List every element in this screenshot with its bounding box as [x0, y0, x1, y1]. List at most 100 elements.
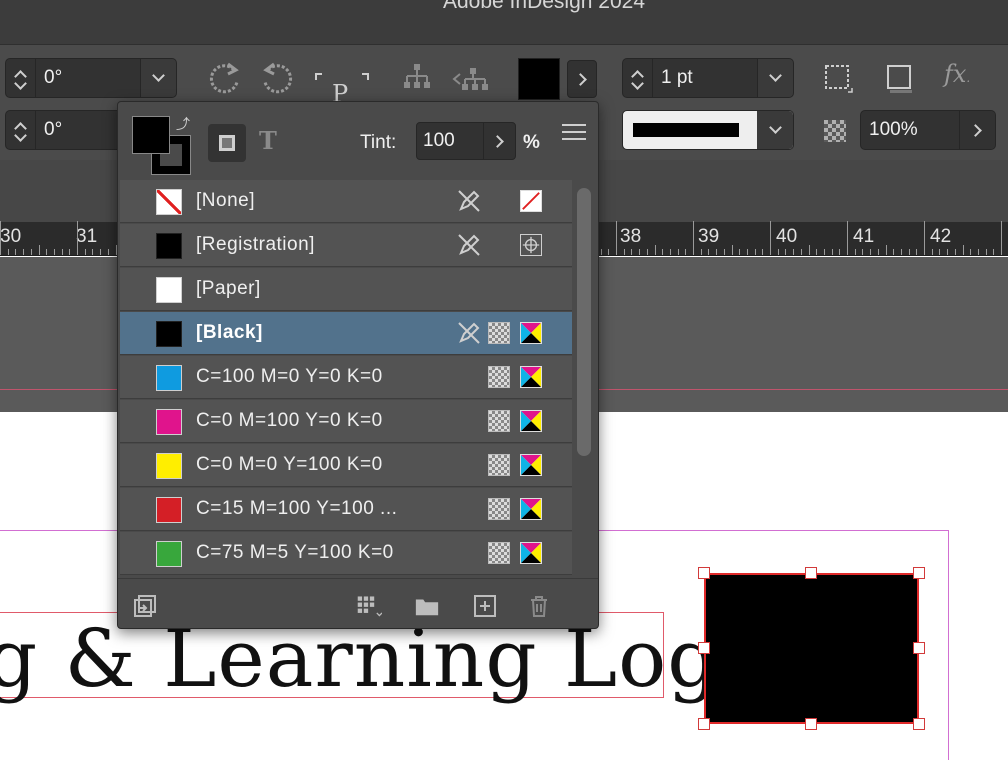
rotate-angle-field[interactable]: 0°	[5, 58, 177, 98]
ruler-tick	[608, 249, 610, 255]
shear-angle-field[interactable]: 0°	[5, 110, 135, 150]
rotate-counterclockwise-icon[interactable]	[258, 58, 298, 98]
cmyk-color-icon	[520, 498, 542, 520]
stroke-weight-field[interactable]: 1 pt	[622, 58, 794, 98]
opacity-arrow[interactable]	[959, 111, 995, 149]
tint-value[interactable]: 100	[417, 130, 483, 152]
panel-menu-icon[interactable]	[562, 124, 586, 140]
opacity-field[interactable]: 100%	[860, 110, 996, 150]
ruler-number: 41	[853, 226, 875, 247]
process-color-mode-icon	[488, 542, 510, 564]
ruler-number: 30	[0, 226, 22, 247]
stroke-weight-stepper[interactable]	[623, 59, 653, 97]
cmyk-color-icon	[520, 322, 542, 344]
stroke-weight-dropdown[interactable]	[757, 59, 793, 97]
swatch-row[interactable]: [Paper]	[120, 268, 572, 311]
stroke-type-dropdown[interactable]	[757, 111, 793, 149]
swatch-row[interactable]: [None]	[120, 180, 572, 223]
new-color-group-icon[interactable]	[414, 593, 440, 619]
ruler-tick	[800, 249, 802, 255]
drop-shadow-icon[interactable]	[884, 62, 914, 96]
scrollbar-thumb[interactable]	[577, 188, 591, 456]
ruler-tick	[723, 249, 725, 255]
frame-fitting-icon[interactable]	[822, 62, 856, 96]
resize-handle-bottom[interactable]	[805, 718, 817, 730]
ruler-tick	[53, 249, 55, 255]
shear-angle-stepper[interactable]	[6, 111, 36, 149]
resize-handle-top[interactable]	[805, 567, 817, 579]
new-swatch-icon[interactable]	[472, 593, 498, 619]
ruler-tick	[985, 249, 987, 255]
stroke-type-field[interactable]	[622, 110, 794, 150]
ruler-tick	[654, 245, 656, 255]
cannot-edit-pencil-icon	[458, 322, 480, 344]
ruler-tick	[854, 249, 856, 255]
none-color-icon	[520, 190, 542, 212]
ruler-tick	[908, 249, 910, 255]
ruler-number: 39	[698, 226, 720, 247]
rotate-angle-dropdown[interactable]	[140, 59, 176, 97]
ruler-tick	[885, 245, 887, 255]
formatting-affects-text-icon[interactable]: T	[259, 126, 277, 155]
swatch-row[interactable]: C=0 M=100 Y=0 K=0	[120, 400, 572, 443]
swatch-color-chip	[156, 321, 182, 347]
cmyk-color-icon	[520, 542, 542, 564]
ruler-tick	[631, 249, 633, 255]
fill-color-box[interactable]	[132, 116, 170, 154]
ruler-tick	[639, 249, 641, 255]
swatch-list: [None] [Registration] [Paper] [Black] C=100 …	[120, 180, 572, 576]
tint-slider-arrow[interactable]	[483, 123, 515, 159]
resize-handle-left[interactable]	[698, 642, 710, 654]
ruler-tick	[1001, 221, 1002, 255]
ruler-tick	[708, 249, 710, 255]
swatch-row[interactable]: C=0 M=0 Y=100 K=0	[120, 444, 572, 487]
resize-handle-right[interactable]	[913, 642, 925, 654]
fill-color-swatch[interactable]	[518, 58, 560, 100]
swap-fill-stroke-icon[interactable]: ⤴	[176, 114, 190, 134]
resize-handle-bottom-left[interactable]	[698, 718, 710, 730]
rotate-angle-stepper[interactable]	[6, 59, 36, 97]
add-swatches-to-cc-library-icon[interactable]	[132, 593, 158, 619]
swatch-name: [Registration]	[196, 234, 315, 255]
container-icon	[219, 135, 235, 151]
ruler-tick	[100, 249, 102, 255]
svg-text:P: P	[332, 80, 348, 102]
swatch-color-chip	[156, 189, 182, 215]
resize-handle-bottom-right[interactable]	[913, 718, 925, 730]
swatch-name: [Paper]	[196, 278, 261, 299]
tint-field[interactable]: 100	[416, 122, 516, 160]
swatch-row[interactable]: C=100 M=0 Y=0 K=0	[120, 356, 572, 399]
resize-handle-top-left[interactable]	[698, 567, 710, 579]
ruler-tick	[770, 221, 771, 255]
swatch-row[interactable]: [Black]	[120, 312, 572, 355]
ruler-tick	[0, 221, 1, 255]
swatch-row[interactable]: C=75 M=5 Y=100 K=0	[120, 532, 572, 575]
select-container-icon[interactable]	[402, 62, 432, 94]
ruler-tick	[685, 249, 687, 255]
opacity-value[interactable]: 100%	[861, 119, 959, 141]
cannot-edit-pencil-icon	[458, 234, 480, 256]
select-content-icon[interactable]	[452, 66, 492, 92]
swatch-list-scrollbar[interactable]	[574, 182, 594, 578]
title-bar: Adobe InDesign 2024	[0, 0, 1008, 44]
rotate-clockwise-icon[interactable]	[204, 58, 244, 98]
resize-handle-top-right[interactable]	[913, 567, 925, 579]
fill-color-arrow[interactable]	[567, 60, 597, 98]
ruler-tick	[38, 245, 40, 255]
ruler-tick	[893, 249, 895, 255]
stroke-weight-value[interactable]: 1 pt	[653, 67, 757, 89]
formatting-affects-container-button[interactable]	[208, 124, 246, 162]
selected-rectangle[interactable]	[704, 573, 919, 724]
rotate-angle-value[interactable]: 0°	[36, 67, 140, 89]
stroke-type-preview	[633, 123, 739, 137]
ruler-tick	[900, 249, 902, 255]
process-color-mode-icon	[488, 322, 510, 344]
swatch-row[interactable]: C=15 M=100 Y=100 ...	[120, 488, 572, 531]
swatch-name: [Black]	[196, 322, 263, 343]
swatch-views-icon[interactable]	[356, 593, 382, 619]
effects-fx-icon[interactable]: fx.	[944, 62, 970, 86]
swatch-row[interactable]: [Registration]	[120, 224, 572, 267]
flip-p-icon[interactable]: P	[314, 72, 370, 102]
opacity-icon	[824, 120, 846, 142]
delete-swatch-icon[interactable]	[526, 593, 552, 619]
